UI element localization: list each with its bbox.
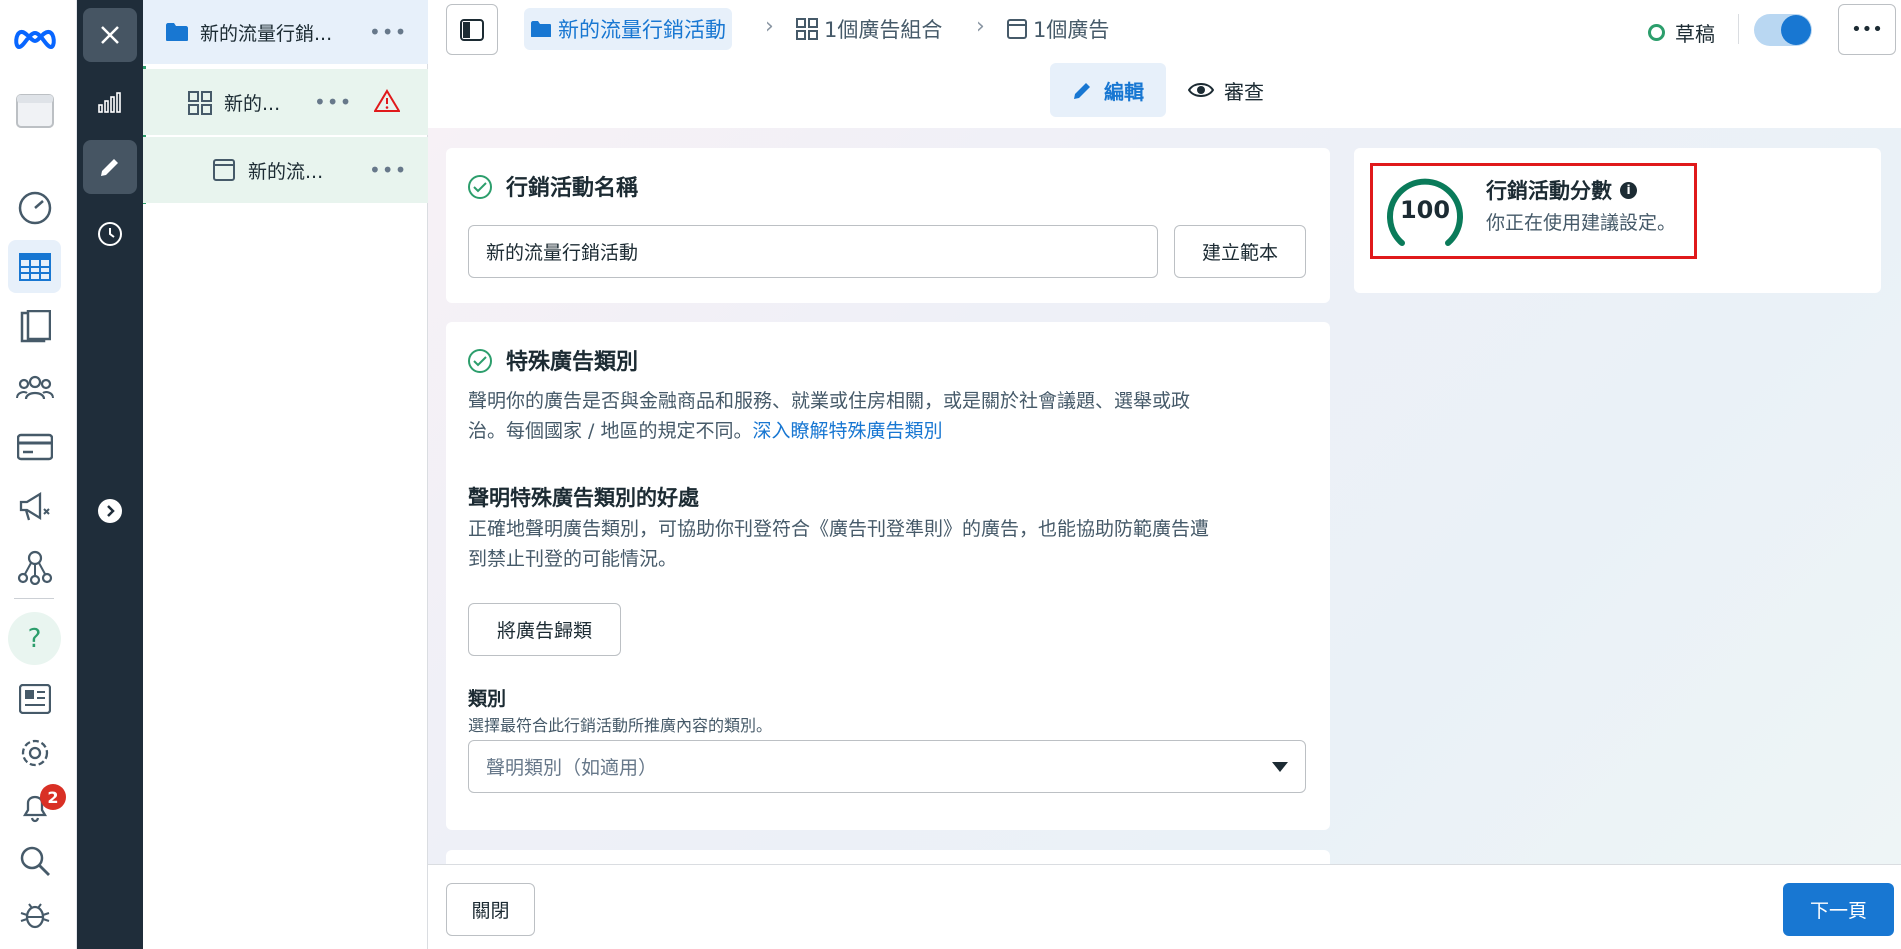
next-section-card xyxy=(446,850,1330,864)
main-editor: 新的流量行銷活動 › 1個廣告組合 › 1個廣告 草稿 ••• 編輯 審查 行銷… xyxy=(428,0,1901,949)
campaign-tree-panel: 新的流量行銷... ••• 新的... ••• 新的流... ••• xyxy=(143,0,428,949)
breadcrumb-campaign[interactable]: 新的流量行銷活動 xyxy=(524,8,732,50)
close-button[interactable]: 關閉 xyxy=(446,883,535,936)
campaign-name-card: 行銷活動名稱 新的流量行銷活動 建立範本 xyxy=(446,148,1330,303)
tree-ad-row[interactable]: 新的流... ••• xyxy=(143,137,428,203)
more-icon[interactable]: ••• xyxy=(314,90,352,114)
chevron-right-icon: › xyxy=(765,14,774,39)
score-subtitle: 你正在使用建議設定。 xyxy=(1486,212,1677,234)
learn-more-link[interactable]: 深入瞭解特殊廣告類別 xyxy=(752,420,942,442)
check-circle-icon xyxy=(468,349,492,373)
global-nav-rail: ? 2 xyxy=(0,0,77,949)
benefit-title: 聲明特殊廣告類別的好處 xyxy=(468,486,699,510)
tab-review[interactable]: 審查 xyxy=(1176,63,1276,117)
category-select[interactable]: 聲明類別（如適用） xyxy=(468,740,1306,793)
more-options-button[interactable]: ••• xyxy=(1838,4,1896,55)
pages-icon[interactable] xyxy=(8,300,61,353)
settings-icon[interactable] xyxy=(8,726,61,779)
vertical-divider xyxy=(1738,14,1739,44)
meta-logo[interactable] xyxy=(8,12,61,65)
folder-icon xyxy=(531,21,551,37)
tree-campaign-label: 新的流量行銷... xyxy=(200,22,333,45)
category-hint: 選擇最符合此行銷活動所推廣內容的類別。 xyxy=(468,716,773,735)
footer-bar: 關閉 下一頁 xyxy=(428,864,1901,949)
status-draft: 草稿 xyxy=(1648,18,1715,47)
bug-icon[interactable] xyxy=(8,888,61,941)
score-title-row: 行銷活動分數 i xyxy=(1486,175,1637,205)
adset-grid-icon xyxy=(796,18,818,40)
tree-adset-label: 新的... xyxy=(224,92,281,115)
ad-icon xyxy=(213,159,235,181)
editor-content: 行銷活動名稱 新的流量行銷活動 建立範本 特殊廣告類別 聲明你的廣告是否與金融商… xyxy=(428,128,1901,864)
folder-icon xyxy=(166,23,188,41)
network-icon[interactable] xyxy=(8,540,61,593)
news-icon[interactable] xyxy=(8,672,61,725)
score-title: 行銷活動分數 xyxy=(1486,179,1612,203)
table-icon[interactable] xyxy=(8,240,61,293)
notification-badge: 2 xyxy=(40,784,66,810)
draft-status-icon xyxy=(1648,24,1665,41)
edit-pencil-button[interactable] xyxy=(83,140,137,194)
info-icon[interactable]: i xyxy=(1620,181,1637,199)
help-icon[interactable]: ? xyxy=(8,612,61,665)
campaign-name-title: 行銷活動名稱 xyxy=(506,176,639,201)
classify-ads-button[interactable]: 將廣告歸類 xyxy=(468,603,621,656)
category-label: 類別 xyxy=(468,688,507,710)
rail-divider xyxy=(14,598,54,599)
tab-edit[interactable]: 編輯 xyxy=(1050,63,1166,117)
close-editor-button[interactable] xyxy=(83,8,137,62)
expand-panel-button[interactable] xyxy=(83,484,137,538)
score-value: 100 xyxy=(1399,196,1451,224)
ads-manager-icon[interactable] xyxy=(8,84,61,137)
adset-grid-icon xyxy=(188,91,212,115)
audiences-icon[interactable] xyxy=(8,360,61,413)
ad-icon xyxy=(1007,19,1027,39)
campaign-icon[interactable] xyxy=(8,480,61,533)
more-icon[interactable]: ••• xyxy=(369,158,407,182)
more-icon[interactable]: ••• xyxy=(369,20,407,44)
dashboard-icon[interactable] xyxy=(8,181,61,234)
top-bar: 新的流量行銷活動 › 1個廣告組合 › 1個廣告 草稿 ••• 編輯 審查 xyxy=(428,0,1901,128)
tree-adset-row[interactable]: 新的... ••• xyxy=(143,69,428,135)
warning-icon xyxy=(374,89,400,112)
campaign-toggle[interactable] xyxy=(1754,14,1812,46)
toggle-sidebar-button[interactable] xyxy=(446,4,498,55)
caret-down-icon xyxy=(1272,762,1288,772)
eye-icon xyxy=(1188,83,1214,97)
create-template-button[interactable]: 建立範本 xyxy=(1174,225,1306,278)
breadcrumb-adset[interactable]: 1個廣告組合 xyxy=(796,8,942,50)
editor-tool-strip xyxy=(77,0,143,949)
campaign-score-card: 100 行銷活動分數 i 你正在使用建議設定。 xyxy=(1354,148,1881,293)
benefit-description: 正確地聲明廣告類別，可協助你刊登符合《廣告刊登準則》的廣告，也能協助防範廣告遭 … xyxy=(468,518,1210,570)
next-button[interactable]: 下一頁 xyxy=(1783,883,1894,936)
check-circle-icon xyxy=(468,175,492,199)
campaign-name-input[interactable]: 新的流量行銷活動 xyxy=(468,225,1158,278)
breadcrumb-ad[interactable]: 1個廣告 xyxy=(1007,8,1109,50)
search-icon[interactable] xyxy=(8,834,61,887)
chart-icon[interactable] xyxy=(83,75,137,129)
special-category-title: 特殊廣告類別 xyxy=(506,350,639,375)
tree-ad-label: 新的流... xyxy=(248,160,324,183)
history-icon[interactable] xyxy=(83,207,137,261)
more-icon: ••• xyxy=(1851,19,1883,40)
pencil-icon xyxy=(1074,83,1090,99)
special-category-description: 聲明你的廣告是否與金融商品和服務、就業或住房相關，或是關於社會議題、選舉或政 治… xyxy=(468,390,1191,442)
billing-icon[interactable] xyxy=(8,420,61,473)
chevron-right-icon: › xyxy=(976,14,985,39)
tree-campaign-row[interactable]: 新的流量行銷... ••• xyxy=(143,0,428,64)
special-ad-category-card: 特殊廣告類別 聲明你的廣告是否與金融商品和服務、就業或住房相關，或是關於社會議題… xyxy=(446,322,1330,830)
